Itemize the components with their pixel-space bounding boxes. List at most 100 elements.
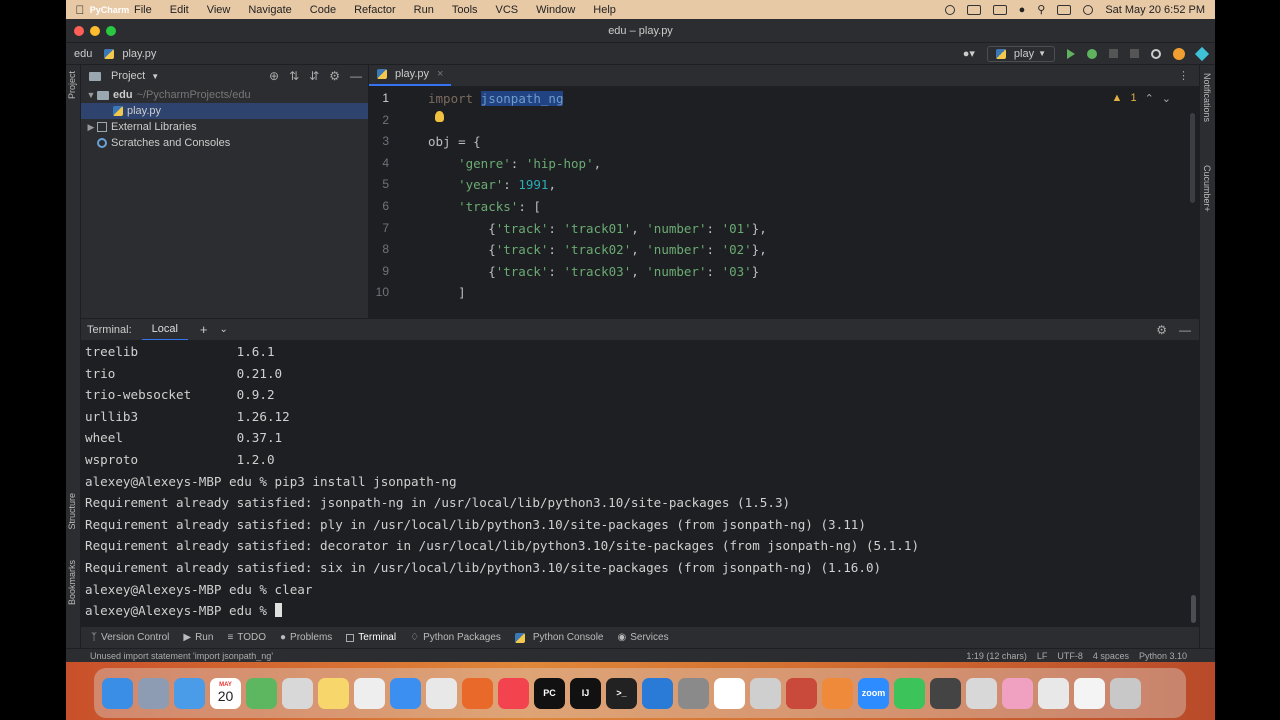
tool-terminal[interactable]: Terminal <box>346 632 396 643</box>
intellij-icon[interactable]: IJ <box>570 677 601 709</box>
menu-refactor[interactable]: Refactor <box>345 4 405 16</box>
chrome-icon[interactable] <box>426 677 457 709</box>
menu-tools[interactable]: Tools <box>443 4 487 16</box>
calendar-icon[interactable]: MAY 20 <box>210 677 241 709</box>
toolbox-icon[interactable] <box>750 677 781 709</box>
new-terminal-icon[interactable]: + <box>200 322 208 337</box>
settings-icon[interactable] <box>678 677 709 709</box>
line-separator[interactable]: LF <box>1037 651 1048 661</box>
run-button[interactable] <box>1067 48 1075 59</box>
slack-icon[interactable] <box>714 677 745 709</box>
menu-navigate[interactable]: Navigate <box>239 4 300 16</box>
trash-icon[interactable] <box>1110 677 1141 709</box>
hide-panel-icon[interactable]: — <box>1179 323 1191 337</box>
user-icon[interactable]: ●▾ <box>963 47 975 60</box>
terminal-prompt-line[interactable]: alexey@Alexeys-MBP edu % <box>85 603 282 618</box>
wifi-icon[interactable]: ● <box>1019 4 1026 16</box>
display-icon[interactable] <box>966 4 981 15</box>
menu-code[interactable]: Code <box>301 4 345 16</box>
menu-view[interactable]: View <box>198 4 240 16</box>
structure-tool-tab[interactable]: Structure <box>67 493 77 530</box>
project-panel-title[interactable]: Project <box>111 70 145 82</box>
tool-python-console[interactable]: Python Console <box>514 632 604 643</box>
menu-run[interactable]: Run <box>405 4 443 16</box>
notes-icon[interactable] <box>318 677 349 709</box>
cucumber-tool-tab[interactable]: Cucumber+ <box>1202 165 1212 212</box>
locate-icon[interactable]: ⊕ <box>269 69 279 83</box>
search-icon[interactable] <box>1151 48 1161 59</box>
tool-services[interactable]: ◉ Services <box>618 632 669 643</box>
pen-icon[interactable] <box>822 677 853 709</box>
menu-edit[interactable]: Edit <box>161 4 198 16</box>
menu-help[interactable]: Help <box>584 4 625 16</box>
chevron-down-icon[interactable]: ⌄ <box>220 324 228 335</box>
editor-scrollbar[interactable] <box>1190 113 1195 203</box>
preview-icon[interactable] <box>966 677 997 709</box>
gear-icon[interactable]: ⚙ <box>329 69 340 83</box>
more-options-icon[interactable]: ⋮ <box>1178 69 1199 82</box>
firefox-icon[interactable] <box>462 677 493 709</box>
notifications-tool-tab[interactable]: Notifications <box>1202 73 1212 122</box>
vscode-icon[interactable] <box>642 677 673 709</box>
minimize-window-button[interactable] <box>90 26 100 36</box>
record-icon[interactable] <box>944 4 955 15</box>
terminal-output[interactable]: treelib 1.6.1 trio 0.21.0 trio-websocket… <box>81 340 1199 627</box>
tree-item-external-libraries[interactable]: ▶ External Libraries <box>81 119 368 135</box>
project-tool-tab[interactable]: Project <box>67 71 77 99</box>
tool-todo[interactable]: ≡ TODO <box>227 632 266 643</box>
database-icon[interactable] <box>786 677 817 709</box>
run-config-select[interactable]: play ▼ <box>986 45 1055 62</box>
chevron-right-icon[interactable]: ▶ <box>85 122 97 133</box>
window-icon[interactable] <box>1038 677 1069 709</box>
mail-icon[interactable] <box>174 677 205 709</box>
launchpad-icon[interactable] <box>138 677 169 709</box>
menu-file[interactable]: File <box>125 4 161 16</box>
tree-item-play-py[interactable]: play.py <box>81 103 368 119</box>
terminal-icon[interactable]: >_ <box>606 677 637 709</box>
finder-icon[interactable] <box>102 677 133 709</box>
window2-icon[interactable] <box>1074 677 1105 709</box>
tool-run[interactable]: ▶ Run <box>183 632 213 643</box>
coverage-button[interactable] <box>1109 49 1118 58</box>
bookmarks-tool-tab[interactable]: Bookmarks <box>67 560 77 605</box>
tree-item-scratches[interactable]: Scratches and Consoles <box>81 135 368 151</box>
menu-window[interactable]: Window <box>527 4 584 16</box>
collapse-all-icon[interactable]: ⇵ <box>309 69 319 83</box>
tool-problems[interactable]: ● Problems <box>280 632 332 643</box>
breadcrumb-file[interactable]: play.py <box>92 48 156 60</box>
terminal-tab-local[interactable]: Local <box>141 319 188 341</box>
safari-icon[interactable] <box>390 677 421 709</box>
zoom-icon[interactable]: zoom <box>858 677 889 709</box>
control-center-icon[interactable] <box>1057 4 1072 15</box>
textedit-icon[interactable] <box>354 677 385 709</box>
terminal-scrollbar[interactable] <box>1191 595 1196 623</box>
quicktime-icon[interactable] <box>930 677 961 709</box>
facetime-icon[interactable] <box>894 677 925 709</box>
tool-python-packages[interactable]: ♢ Python Packages <box>410 632 501 643</box>
siri-icon[interactable] <box>1083 4 1094 15</box>
menubar-clock[interactable]: Sat May 20 6:52 PM <box>1105 4 1205 16</box>
interpreter-select[interactable]: Python 3.10 <box>1139 651 1187 661</box>
editor-tab-play-py[interactable]: play.py × <box>369 64 452 86</box>
update-icon[interactable] <box>1173 47 1185 60</box>
code-area[interactable]: import jsonpath_ng obj = { 'genre': 'hip… <box>428 87 1188 318</box>
file-encoding[interactable]: UTF-8 <box>1057 651 1083 661</box>
tree-item-edu[interactable]: ▼ edu ~/PycharmProjects/edu <box>81 87 368 103</box>
breadcrumb-project[interactable]: edu <box>66 48 92 60</box>
gear-icon[interactable]: ⚙ <box>1156 323 1167 337</box>
battery-icon[interactable] <box>992 4 1007 15</box>
chevron-down-icon[interactable]: ▼ <box>85 90 97 100</box>
menu-vcs[interactable]: VCS <box>487 4 528 16</box>
chevron-down-icon[interactable]: ▼ <box>151 72 159 81</box>
caret-position[interactable]: 1:19 (12 chars) <box>966 651 1027 661</box>
maps-icon[interactable] <box>246 677 277 709</box>
close-icon[interactable]: × <box>437 68 443 80</box>
spotlight-icon[interactable]: ⚲ <box>1037 3 1045 16</box>
close-window-button[interactable] <box>74 26 84 36</box>
music-icon[interactable] <box>498 677 529 709</box>
pycharm-icon[interactable]: PC <box>534 677 565 709</box>
photos-icon[interactable] <box>1002 677 1033 709</box>
debug-button[interactable] <box>1087 48 1097 59</box>
security-icon[interactable] <box>282 677 313 709</box>
tool-version-control[interactable]: ᛉ Version Control <box>91 632 169 643</box>
